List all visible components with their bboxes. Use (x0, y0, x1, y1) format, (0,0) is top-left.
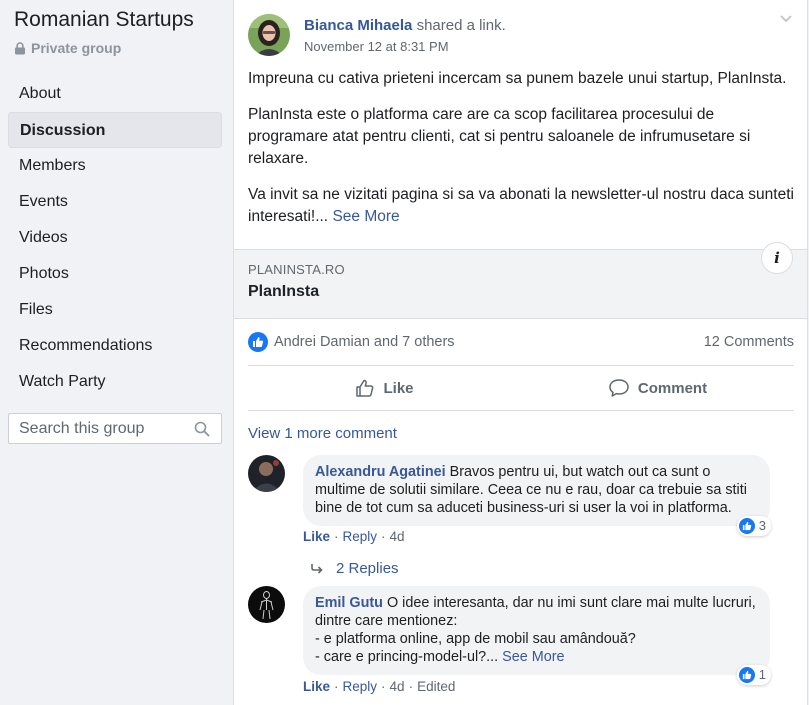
like-reaction-icon (248, 332, 268, 352)
nav-item-watch-party[interactable]: Watch Party (8, 364, 222, 400)
post-header: Bianca Mihaela shared a link. November 1… (248, 14, 506, 56)
comment-reaction-count: 1 (758, 667, 766, 682)
reply-arrow-icon (311, 563, 323, 574)
info-icon[interactable]: i (761, 242, 793, 274)
nav-item-files[interactable]: Files (8, 292, 222, 328)
comment-item: Alexandru Agatinei Bravos pentru ui, but… (248, 455, 771, 536)
lock-icon (15, 41, 25, 54)
link-title[interactable]: PlanInsta (248, 283, 319, 301)
comment-author[interactable]: Emil Gutu (315, 595, 383, 611)
nav-item-discussion[interactable]: Discussion (8, 112, 222, 148)
reactions-names[interactable]: Andrei Damian and 7 others (274, 334, 455, 350)
nav-item-events[interactable]: Events (8, 184, 222, 220)
thumbs-up-icon (356, 379, 374, 397)
post-body: Impreuna cu cativa prieteni incercam sa … (248, 68, 796, 242)
comment-reactions[interactable]: 1 (736, 665, 771, 685)
link-preview[interactable]: PLANINSTA.RO PlanInsta i (234, 242, 807, 319)
comment-see-more-link[interactable]: See More (502, 649, 564, 665)
post-timestamp[interactable]: November 12 at 8:31 PM (304, 39, 506, 54)
comment-author[interactable]: Alexandru Agatinei (315, 464, 446, 480)
comment-button[interactable]: Comment (521, 367, 794, 409)
comment-text: - e platforma online, app de mobil sau a… (315, 631, 636, 647)
comment-button-label: Comment (637, 379, 708, 397)
post-meta: Bianca Mihaela shared a link. November 1… (304, 17, 506, 56)
search-icon[interactable] (194, 421, 210, 437)
nav-item-about[interactable]: About (8, 76, 222, 112)
comment-icon (609, 379, 629, 397)
comment-text: - care e princing-model-ul?... (315, 649, 499, 665)
comment-count[interactable]: 12 Comments (704, 334, 794, 350)
commenter-avatar[interactable] (248, 586, 285, 623)
like-button[interactable]: Like (248, 367, 521, 409)
author-avatar[interactable] (248, 14, 290, 56)
group-nav: About Discussion Members Events Videos P… (8, 76, 222, 400)
like-button-label: Like (383, 379, 414, 397)
comment-edited-label[interactable]: Edited (417, 679, 455, 694)
divider (248, 410, 794, 411)
post-action-text: shared a link. (416, 17, 506, 34)
comment-item: Emil Gutu O idee interesanta, dar nu imi… (248, 586, 771, 685)
divider (248, 365, 794, 366)
post-paragraph: Impreuna cu cativa prieteni incercam sa … (248, 70, 787, 87)
group-privacy: Private group (14, 40, 121, 56)
post-actions: Like Comment (248, 367, 794, 409)
like-reaction-icon (738, 518, 755, 534)
comment-reactions[interactable]: 3 (736, 516, 771, 536)
view-replies-link[interactable]: 2 Replies (310, 560, 399, 577)
like-reaction-icon (738, 667, 755, 683)
view-more-comments-link[interactable]: View 1 more comment (248, 425, 397, 442)
post-author[interactable]: Bianca Mihaela (304, 17, 412, 34)
comment-actions: Like · Reply · 4d (303, 529, 405, 544)
nav-item-videos[interactable]: Videos (8, 220, 222, 256)
see-more-link[interactable]: See More (332, 208, 399, 225)
group-privacy-label: Private group (31, 40, 122, 56)
comment-time[interactable]: 4d (390, 679, 405, 694)
comment-reply-link[interactable]: Reply (343, 529, 378, 544)
post-paragraph: PlanInsta este o platforma care are ca s… (248, 106, 751, 167)
comment-actions: Like · Reply · 4d · Edited (303, 679, 456, 694)
comment-bubble: Emil Gutu O idee interesanta, dar nu imi… (303, 586, 771, 685)
group-sidebar: Romanian Startups Private group About Di… (0, 0, 232, 705)
post-options-chevron-icon[interactable] (779, 14, 793, 24)
nav-item-members[interactable]: Members (8, 148, 222, 184)
group-search-input[interactable] (9, 414, 189, 443)
comment-like-link[interactable]: Like (303, 679, 330, 694)
post-card: Bianca Mihaela shared a link. November 1… (233, 0, 808, 705)
group-title[interactable]: Romanian Startups (14, 8, 194, 32)
group-search-box (8, 413, 222, 444)
commenter-avatar[interactable] (248, 455, 285, 492)
comment-reaction-count: 3 (758, 518, 766, 533)
link-domain: PLANINSTA.RO (248, 262, 345, 277)
comment-bubble: Alexandru Agatinei Bravos pentru ui, but… (303, 455, 771, 536)
replies-count: 2 Replies (336, 560, 399, 577)
comment-time[interactable]: 4d (390, 529, 405, 544)
nav-item-recommendations[interactable]: Recommendations (8, 328, 222, 364)
post-paragraph: Va invit sa ne vizitati pagina si sa va … (248, 186, 794, 225)
reactions-bar: Andrei Damian and 7 others 12 Comments (248, 330, 794, 354)
comment-like-link[interactable]: Like (303, 529, 330, 544)
nav-item-photos[interactable]: Photos (8, 256, 222, 292)
comment-reply-link[interactable]: Reply (343, 679, 378, 694)
